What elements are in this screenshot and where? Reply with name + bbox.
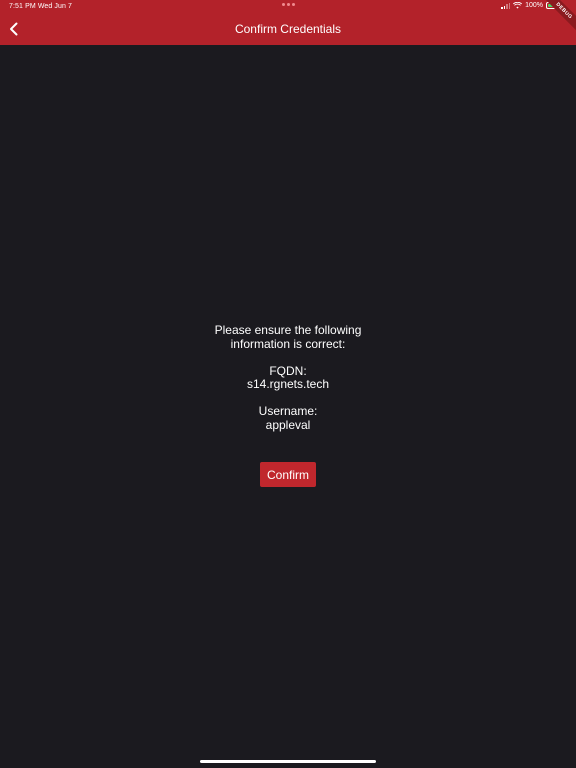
username-value: appleval bbox=[265, 417, 311, 432]
confirm-button[interactable]: Confirm bbox=[260, 462, 316, 487]
wifi-icon bbox=[513, 2, 523, 9]
signal-icon bbox=[501, 2, 511, 9]
app-bar: 7:51 PM Wed Jun 7 100% DEBUG Confirm Cre… bbox=[0, 0, 576, 45]
intro-text-line1: Please ensure the following bbox=[214, 323, 362, 337]
username-label: Username: bbox=[258, 404, 318, 418]
fqdn-value: s14.rgnets.tech bbox=[246, 377, 330, 391]
status-time: 7:51 PM Wed Jun 7 bbox=[9, 3, 73, 10]
status-bar: 7:51 PM Wed Jun 7 100% DEBUG bbox=[0, 0, 576, 36]
battery-percent: 100% bbox=[525, 2, 543, 9]
fqdn-label: FQDN: bbox=[269, 363, 307, 378]
multitasking-dots-icon[interactable] bbox=[282, 3, 295, 6]
screen: 7:51 PM Wed Jun 7 100% DEBUG Confirm Cre… bbox=[0, 0, 576, 768]
page-title: Confirm Credentials bbox=[234, 22, 342, 36]
intro-text-line2: information is correct: bbox=[230, 336, 346, 351]
home-indicator[interactable] bbox=[200, 760, 376, 763]
credentials-summary: Please ensure the following information … bbox=[0, 323, 576, 432]
